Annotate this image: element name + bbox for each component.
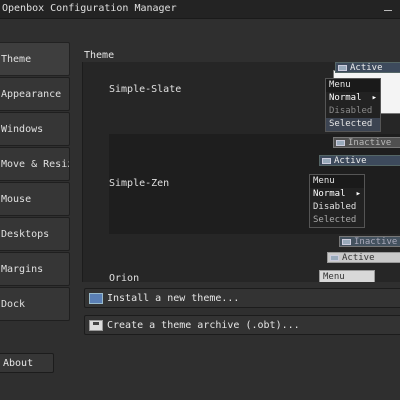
sidebar-item-theme[interactable]: Theme — [0, 42, 70, 76]
preview-label: Inactive — [348, 138, 392, 148]
preview-inactive-bar: Inactive — [333, 137, 400, 148]
sidebar-item-label: Move & Resize — [1, 158, 69, 170]
preview-inactive-bar: Inactive — [339, 236, 400, 247]
preview-active-bar: Active — [335, 62, 400, 73]
create-archive-label: Create a theme archive (.obt)... — [107, 319, 300, 331]
menu-title: Menu — [320, 271, 374, 282]
submenu-arrow-icon: ▸ — [355, 189, 361, 199]
window-icon — [342, 239, 351, 245]
sidebar-item-label: Desktops — [1, 228, 50, 240]
minimize-icon[interactable] — [384, 10, 392, 11]
window-titlebar[interactable]: Openbox Configuration Manager — [0, 0, 400, 19]
theme-name[interactable]: Simple-Slate — [109, 84, 181, 95]
install-theme-label: Install a new theme... — [107, 292, 240, 304]
preview-menu: Menu Normal ▸ Disabled Selected — [325, 78, 381, 132]
preview-active-bar: Active — [327, 252, 400, 263]
sidebar-item-label: Margins — [1, 263, 44, 275]
preview-label: Inactive — [354, 237, 398, 247]
window-icon — [330, 255, 339, 261]
preview-active-bar: Active — [319, 155, 400, 166]
sidebar-item-label: Mouse — [1, 193, 32, 205]
sidebar-item-move-resize[interactable]: Move & Resize — [0, 147, 70, 181]
preview-label: Active — [334, 156, 367, 166]
preview-menu: Menu Normal ▸ Disabled Selected — [309, 174, 365, 228]
about-button[interactable]: About — [0, 353, 54, 373]
sidebar-item-label: Appearance — [1, 88, 62, 100]
window-icon — [338, 65, 347, 71]
theme-name[interactable]: Orion — [109, 273, 139, 282]
about-label: About — [3, 357, 34, 369]
sidebar-item-label: Theme — [1, 53, 32, 65]
sidebar-item-margins[interactable]: Margins — [0, 252, 70, 286]
menu-item-disabled: Disabled — [313, 202, 357, 212]
sidebar-item-windows[interactable]: Windows — [0, 112, 70, 146]
theme-list[interactable]: Simple-Slate Simple-Zen Orion Active Men… — [82, 62, 400, 282]
sidebar-item-label: Windows — [1, 123, 44, 135]
submenu-arrow-icon: ▸ — [371, 93, 377, 103]
sidebar-item-label: Dock — [1, 298, 26, 310]
create-archive-button[interactable]: Create a theme archive (.obt)... — [84, 315, 400, 335]
menu-item-disabled: Disabled — [329, 106, 373, 116]
window-icon — [336, 140, 345, 146]
preview-label: Active — [342, 253, 375, 263]
window-icon — [322, 158, 331, 164]
menu-normal-label: Normal — [329, 93, 362, 103]
menu-item-selected: Selected — [310, 214, 364, 227]
install-theme-button[interactable]: Install a new theme... — [84, 288, 400, 308]
menu-title: Menu — [310, 175, 364, 188]
sidebar-item-dock[interactable]: Dock — [0, 287, 70, 321]
install-icon — [89, 292, 103, 304]
menu-item-selected: Selected — [326, 118, 380, 131]
section-title: Theme — [84, 50, 115, 61]
save-icon — [89, 319, 103, 331]
window-title: Openbox Configuration Manager — [2, 3, 177, 14]
sidebar-item-appearance[interactable]: Appearance — [0, 77, 70, 111]
preview-label: Active — [350, 63, 383, 73]
theme-name[interactable]: Simple-Zen — [109, 178, 169, 189]
sidebar-item-mouse[interactable]: Mouse — [0, 182, 70, 216]
sidebar-item-desktops[interactable]: Desktops — [0, 217, 70, 251]
menu-item-normal: Normal ▸ — [326, 92, 380, 105]
preview-menu: Menu — [319, 270, 375, 282]
menu-title: Menu — [326, 79, 380, 92]
menu-normal-label: Normal — [313, 189, 346, 199]
menu-item-normal: Normal ▸ — [310, 188, 364, 201]
